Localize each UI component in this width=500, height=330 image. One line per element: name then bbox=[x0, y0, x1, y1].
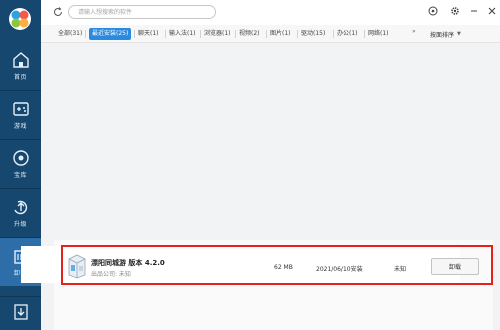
sidebar-item-label: 宝库 bbox=[13, 172, 27, 179]
tab-divider bbox=[85, 30, 86, 38]
sidebar-item-treasury[interactable]: 宝库 bbox=[0, 140, 41, 188]
gamepad-icon bbox=[12, 102, 29, 116]
tab-divider bbox=[266, 30, 267, 38]
app-logo-icon bbox=[9, 8, 31, 30]
settings-gear-icon[interactable] bbox=[449, 5, 460, 16]
sort-dropdown[interactable]: 按面排序 ▼ bbox=[430, 28, 461, 40]
tab-divider bbox=[297, 30, 298, 38]
tab-divider bbox=[165, 30, 166, 38]
tab-chat[interactable]: 聊天(1) bbox=[138, 28, 159, 40]
close-icon[interactable] bbox=[486, 5, 497, 16]
refresh-icon[interactable] bbox=[53, 7, 63, 17]
home-icon bbox=[12, 52, 29, 68]
search-input[interactable] bbox=[78, 6, 208, 18]
tab-recently-installed[interactable]: 最近安装(25) bbox=[89, 28, 132, 40]
sidebar-item-games[interactable]: 游戏 bbox=[0, 91, 41, 139]
tab-office[interactable]: 办公(1) bbox=[337, 28, 358, 40]
download-icon bbox=[13, 304, 28, 320]
uninstall-button[interactable]: 卸载 bbox=[431, 258, 479, 275]
tab-divider bbox=[134, 30, 135, 38]
top-bar bbox=[41, 0, 500, 25]
tab-divider bbox=[364, 30, 365, 38]
app-name: 漂阳同城游 版本 4.2.0 bbox=[91, 259, 165, 267]
tab-drivers[interactable]: 驱动(15) bbox=[301, 28, 325, 40]
app-install-date: 2021/06/10安装 bbox=[316, 266, 363, 273]
sidebar-item-home[interactable]: 首页 bbox=[0, 42, 41, 90]
tab-divider bbox=[200, 30, 201, 38]
app-company: 出品公司: 未知 bbox=[91, 271, 131, 278]
upgrade-icon bbox=[13, 200, 27, 215]
search-box bbox=[68, 5, 216, 19]
target-icon[interactable] bbox=[427, 5, 438, 16]
sidebar-item-label: 游戏 bbox=[13, 123, 27, 130]
app-size: 62 MB bbox=[274, 264, 293, 271]
sort-label: 按面排序 bbox=[430, 31, 455, 39]
tabs-more-button[interactable]: » bbox=[412, 28, 416, 35]
tab-all[interactable]: 全部(31) bbox=[58, 28, 82, 40]
content-area bbox=[41, 43, 500, 330]
sidebar-item-upgrade[interactable]: 升级 bbox=[0, 189, 41, 237]
tab-input-method[interactable]: 输入法(1) bbox=[169, 28, 196, 40]
sidebar-item-label: 升级 bbox=[13, 221, 27, 228]
tab-video[interactable]: 视频(2) bbox=[239, 28, 260, 40]
tab-divider bbox=[333, 30, 334, 38]
tab-network[interactable]: 网络(1) bbox=[368, 28, 389, 40]
chevron-down-icon: ▼ bbox=[457, 31, 461, 37]
sidebar-item-download[interactable] bbox=[0, 297, 41, 330]
sidebar-item-label: 首页 bbox=[13, 74, 27, 81]
app-status: 未知 bbox=[394, 266, 407, 273]
treasury-icon bbox=[12, 150, 29, 166]
tab-browser[interactable]: 浏览器(1) bbox=[204, 28, 231, 40]
minimize-icon[interactable] bbox=[468, 5, 479, 16]
tab-images[interactable]: 图片(1) bbox=[270, 28, 291, 40]
tab-divider bbox=[235, 30, 236, 38]
category-tabs: 全部(31) 最近安装(25) 聊天(1) 输入法(1) 浏览器(1) 视频(2… bbox=[41, 25, 500, 43]
app-package-icon bbox=[68, 254, 86, 279]
